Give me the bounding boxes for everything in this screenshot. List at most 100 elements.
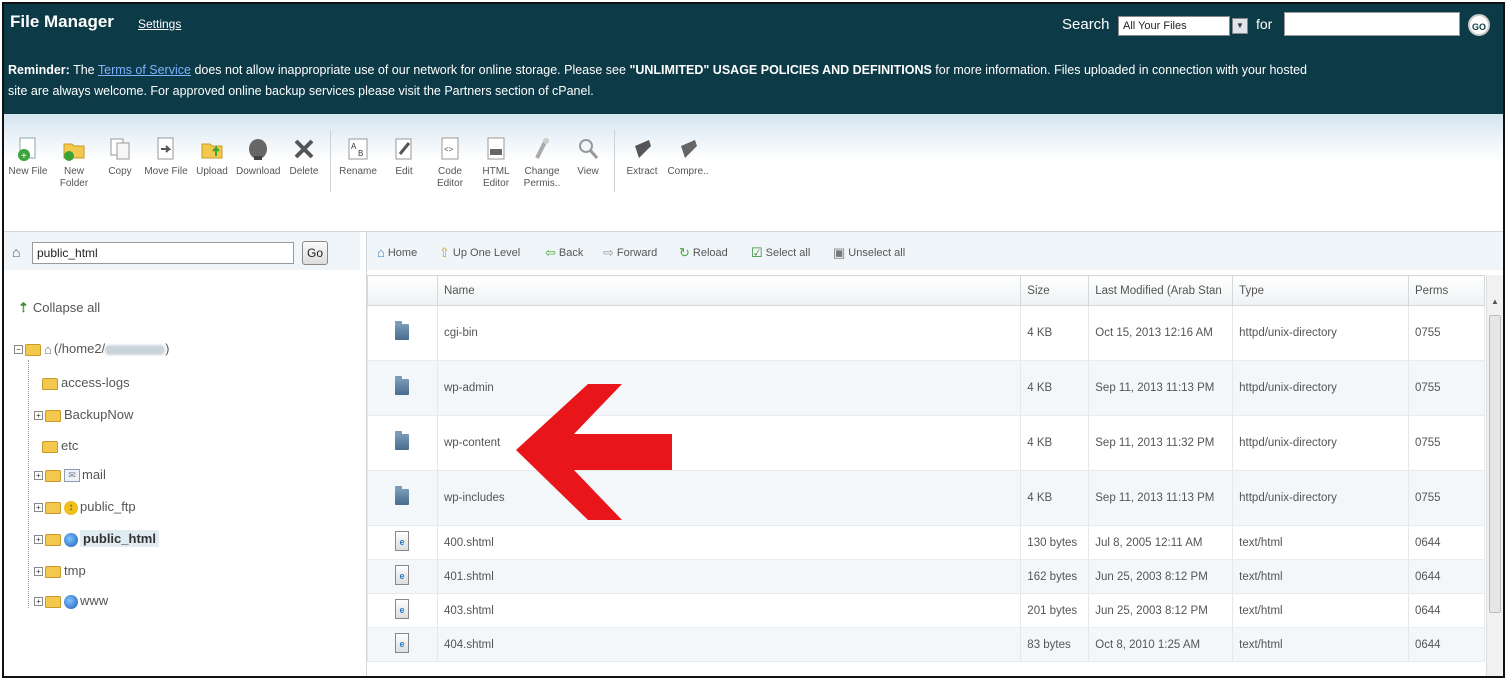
folder-icon xyxy=(395,430,410,450)
red-left-arrow-icon xyxy=(516,384,672,520)
scroll-up-icon[interactable]: ▲ xyxy=(1487,297,1503,311)
move-file-button[interactable]: Move File xyxy=(144,136,188,178)
tree-item-public-html[interactable]: + public_html xyxy=(34,528,159,550)
svg-text:A: A xyxy=(351,142,357,151)
folder-icon xyxy=(45,501,61,514)
tree-item-access-logs[interactable]: access-logs xyxy=(42,372,130,394)
new-folder-button[interactable]: New Folder xyxy=(52,136,96,190)
html-editor-button[interactable]: HTML Editor xyxy=(474,136,518,190)
tree-item-etc[interactable]: etc xyxy=(42,435,78,457)
collapse-toggle-icon[interactable]: − xyxy=(14,345,23,355)
col-type-header[interactable]: Type xyxy=(1232,275,1409,306)
file-type: text/html xyxy=(1232,559,1409,594)
path-input[interactable] xyxy=(32,242,294,264)
tree-item-tmp[interactable]: + tmp xyxy=(34,560,86,582)
rename-button[interactable]: AB Rename xyxy=(336,136,380,178)
code-editor-button[interactable]: <> Code Editor xyxy=(428,136,472,190)
extract-button[interactable]: Extract xyxy=(620,136,664,178)
tree-item-backupnow[interactable]: + BackupNow xyxy=(34,404,133,426)
file-perms[interactable]: 0755 xyxy=(1408,305,1485,361)
edit-button[interactable]: Edit xyxy=(382,136,426,178)
upload-icon xyxy=(201,143,223,159)
tree-item-mail[interactable]: + ✉ mail xyxy=(34,464,106,486)
table-row[interactable]: 404.shtml 83 bytes Oct 8, 2010 1:25 AM t… xyxy=(367,627,1485,662)
tool-label: Change Permis.. xyxy=(523,166,561,189)
chevron-down-icon[interactable]: ▼ xyxy=(1232,18,1248,34)
reload-button[interactable]: ↻ Reload xyxy=(679,245,728,261)
col-modified-header[interactable]: Last Modified (Arab Stan xyxy=(1088,275,1234,306)
expand-toggle-icon[interactable]: + xyxy=(34,535,43,545)
download-button[interactable]: Download xyxy=(236,136,280,178)
table-row[interactable]: cgi-bin 4 KB Oct 15, 2013 12:16 AM httpd… xyxy=(367,305,1485,361)
file-modified: Sep 11, 2013 11:32 PM xyxy=(1088,415,1234,471)
back-arrow-icon: ⇦ xyxy=(545,245,556,260)
tool-label: Rename xyxy=(339,166,377,177)
file-name[interactable]: 403.shtml xyxy=(436,593,1022,628)
tree-item-www[interactable]: + www xyxy=(34,590,108,612)
edit-icon xyxy=(395,138,412,160)
file-perms[interactable]: 0755 xyxy=(1408,360,1485,416)
up-one-level-button[interactable]: ⇧ Up One Level xyxy=(439,245,520,261)
back-button[interactable]: ⇦ Back xyxy=(545,245,583,261)
expand-toggle-icon[interactable]: + xyxy=(34,471,43,481)
table-row[interactable]: 403.shtml 201 bytes Jun 25, 2003 8:12 PM… xyxy=(367,593,1485,628)
expand-toggle-icon[interactable]: + xyxy=(34,597,43,607)
forward-button[interactable]: ⇨ Forward xyxy=(603,245,657,261)
delete-icon xyxy=(294,139,314,159)
unselect-all-button[interactable]: ▣ Unselect all xyxy=(833,245,905,261)
new-file-button[interactable]: + New File xyxy=(6,136,50,178)
col-perms-header[interactable]: Perms xyxy=(1408,275,1485,306)
scrollbar-thumb[interactable] xyxy=(1489,315,1501,613)
expand-toggle-icon[interactable]: + xyxy=(34,503,43,513)
view-button[interactable]: View xyxy=(566,136,610,178)
search-go-button[interactable]: GO xyxy=(1468,14,1490,36)
svg-text:<>: <> xyxy=(444,145,454,154)
file-name[interactable]: cgi-bin xyxy=(436,305,1022,361)
tool-label: New File xyxy=(8,166,48,177)
folder-icon xyxy=(42,440,58,453)
file-perms[interactable]: 0644 xyxy=(1408,525,1485,560)
html-file-icon xyxy=(395,599,410,619)
file-type: text/html xyxy=(1232,593,1409,628)
terms-of-service-link[interactable]: Terms of Service xyxy=(98,63,191,77)
tree-root[interactable]: − ⌂ (/home2/) xyxy=(14,338,170,360)
expand-toggle-icon[interactable]: + xyxy=(34,411,43,421)
copy-button[interactable]: Copy xyxy=(98,136,142,178)
folder-tree-pane: ⌂ Go ⇡Collapse all −⌂(/home2/) access-lo… xyxy=(4,232,360,676)
magnifier-icon xyxy=(579,139,599,159)
file-perms[interactable]: 0755 xyxy=(1408,415,1485,471)
select-all-button[interactable]: ☑ Select all xyxy=(751,245,810,261)
unselect-all-label: Unselect all xyxy=(848,247,906,259)
upload-button[interactable]: Upload xyxy=(190,136,234,178)
file-perms[interactable]: 0644 xyxy=(1408,627,1485,662)
col-name-header[interactable]: Name xyxy=(436,275,1022,306)
file-size: 130 bytes xyxy=(1020,525,1090,560)
compress-button[interactable]: Compre.. xyxy=(666,136,710,178)
expand-toggle-icon[interactable]: + xyxy=(34,567,43,577)
file-name[interactable]: 401.shtml xyxy=(436,559,1022,594)
path-go-button[interactable]: Go xyxy=(302,241,328,265)
tree-item-public-ftp[interactable]: + ↕ public_ftp xyxy=(34,496,136,518)
file-name[interactable]: 404.shtml xyxy=(436,627,1022,662)
tool-label: Delete xyxy=(289,166,319,177)
collapse-icon: ⇡ xyxy=(18,300,29,315)
change-permissions-button[interactable]: Change Permis.. xyxy=(520,136,564,190)
col-size-header[interactable]: Size xyxy=(1020,275,1090,306)
search-input[interactable] xyxy=(1284,12,1460,36)
delete-button[interactable]: Delete xyxy=(282,136,326,178)
table-row[interactable]: 401.shtml 162 bytes Jun 25, 2003 8:12 PM… xyxy=(367,559,1485,594)
globe-icon xyxy=(64,532,78,547)
vertical-scrollbar[interactable]: ▲ xyxy=(1486,275,1503,676)
search-scope-select[interactable]: All Your Files xyxy=(1118,16,1230,36)
home-button[interactable]: ⌂ Home xyxy=(377,245,417,260)
collapse-all-link[interactable]: ⇡ Collapse all xyxy=(18,300,100,316)
globe-icon xyxy=(64,594,78,609)
file-perms[interactable]: 0644 xyxy=(1408,593,1485,628)
file-name[interactable]: 400.shtml xyxy=(436,525,1022,560)
file-type: httpd/unix-directory xyxy=(1232,360,1409,416)
file-perms[interactable]: 0644 xyxy=(1408,559,1485,594)
settings-link[interactable]: Settings xyxy=(138,17,181,31)
file-size: 83 bytes xyxy=(1020,627,1090,662)
table-row[interactable]: 400.shtml 130 bytes Jul 8, 2005 12:11 AM… xyxy=(367,525,1485,560)
file-perms[interactable]: 0755 xyxy=(1408,470,1485,526)
